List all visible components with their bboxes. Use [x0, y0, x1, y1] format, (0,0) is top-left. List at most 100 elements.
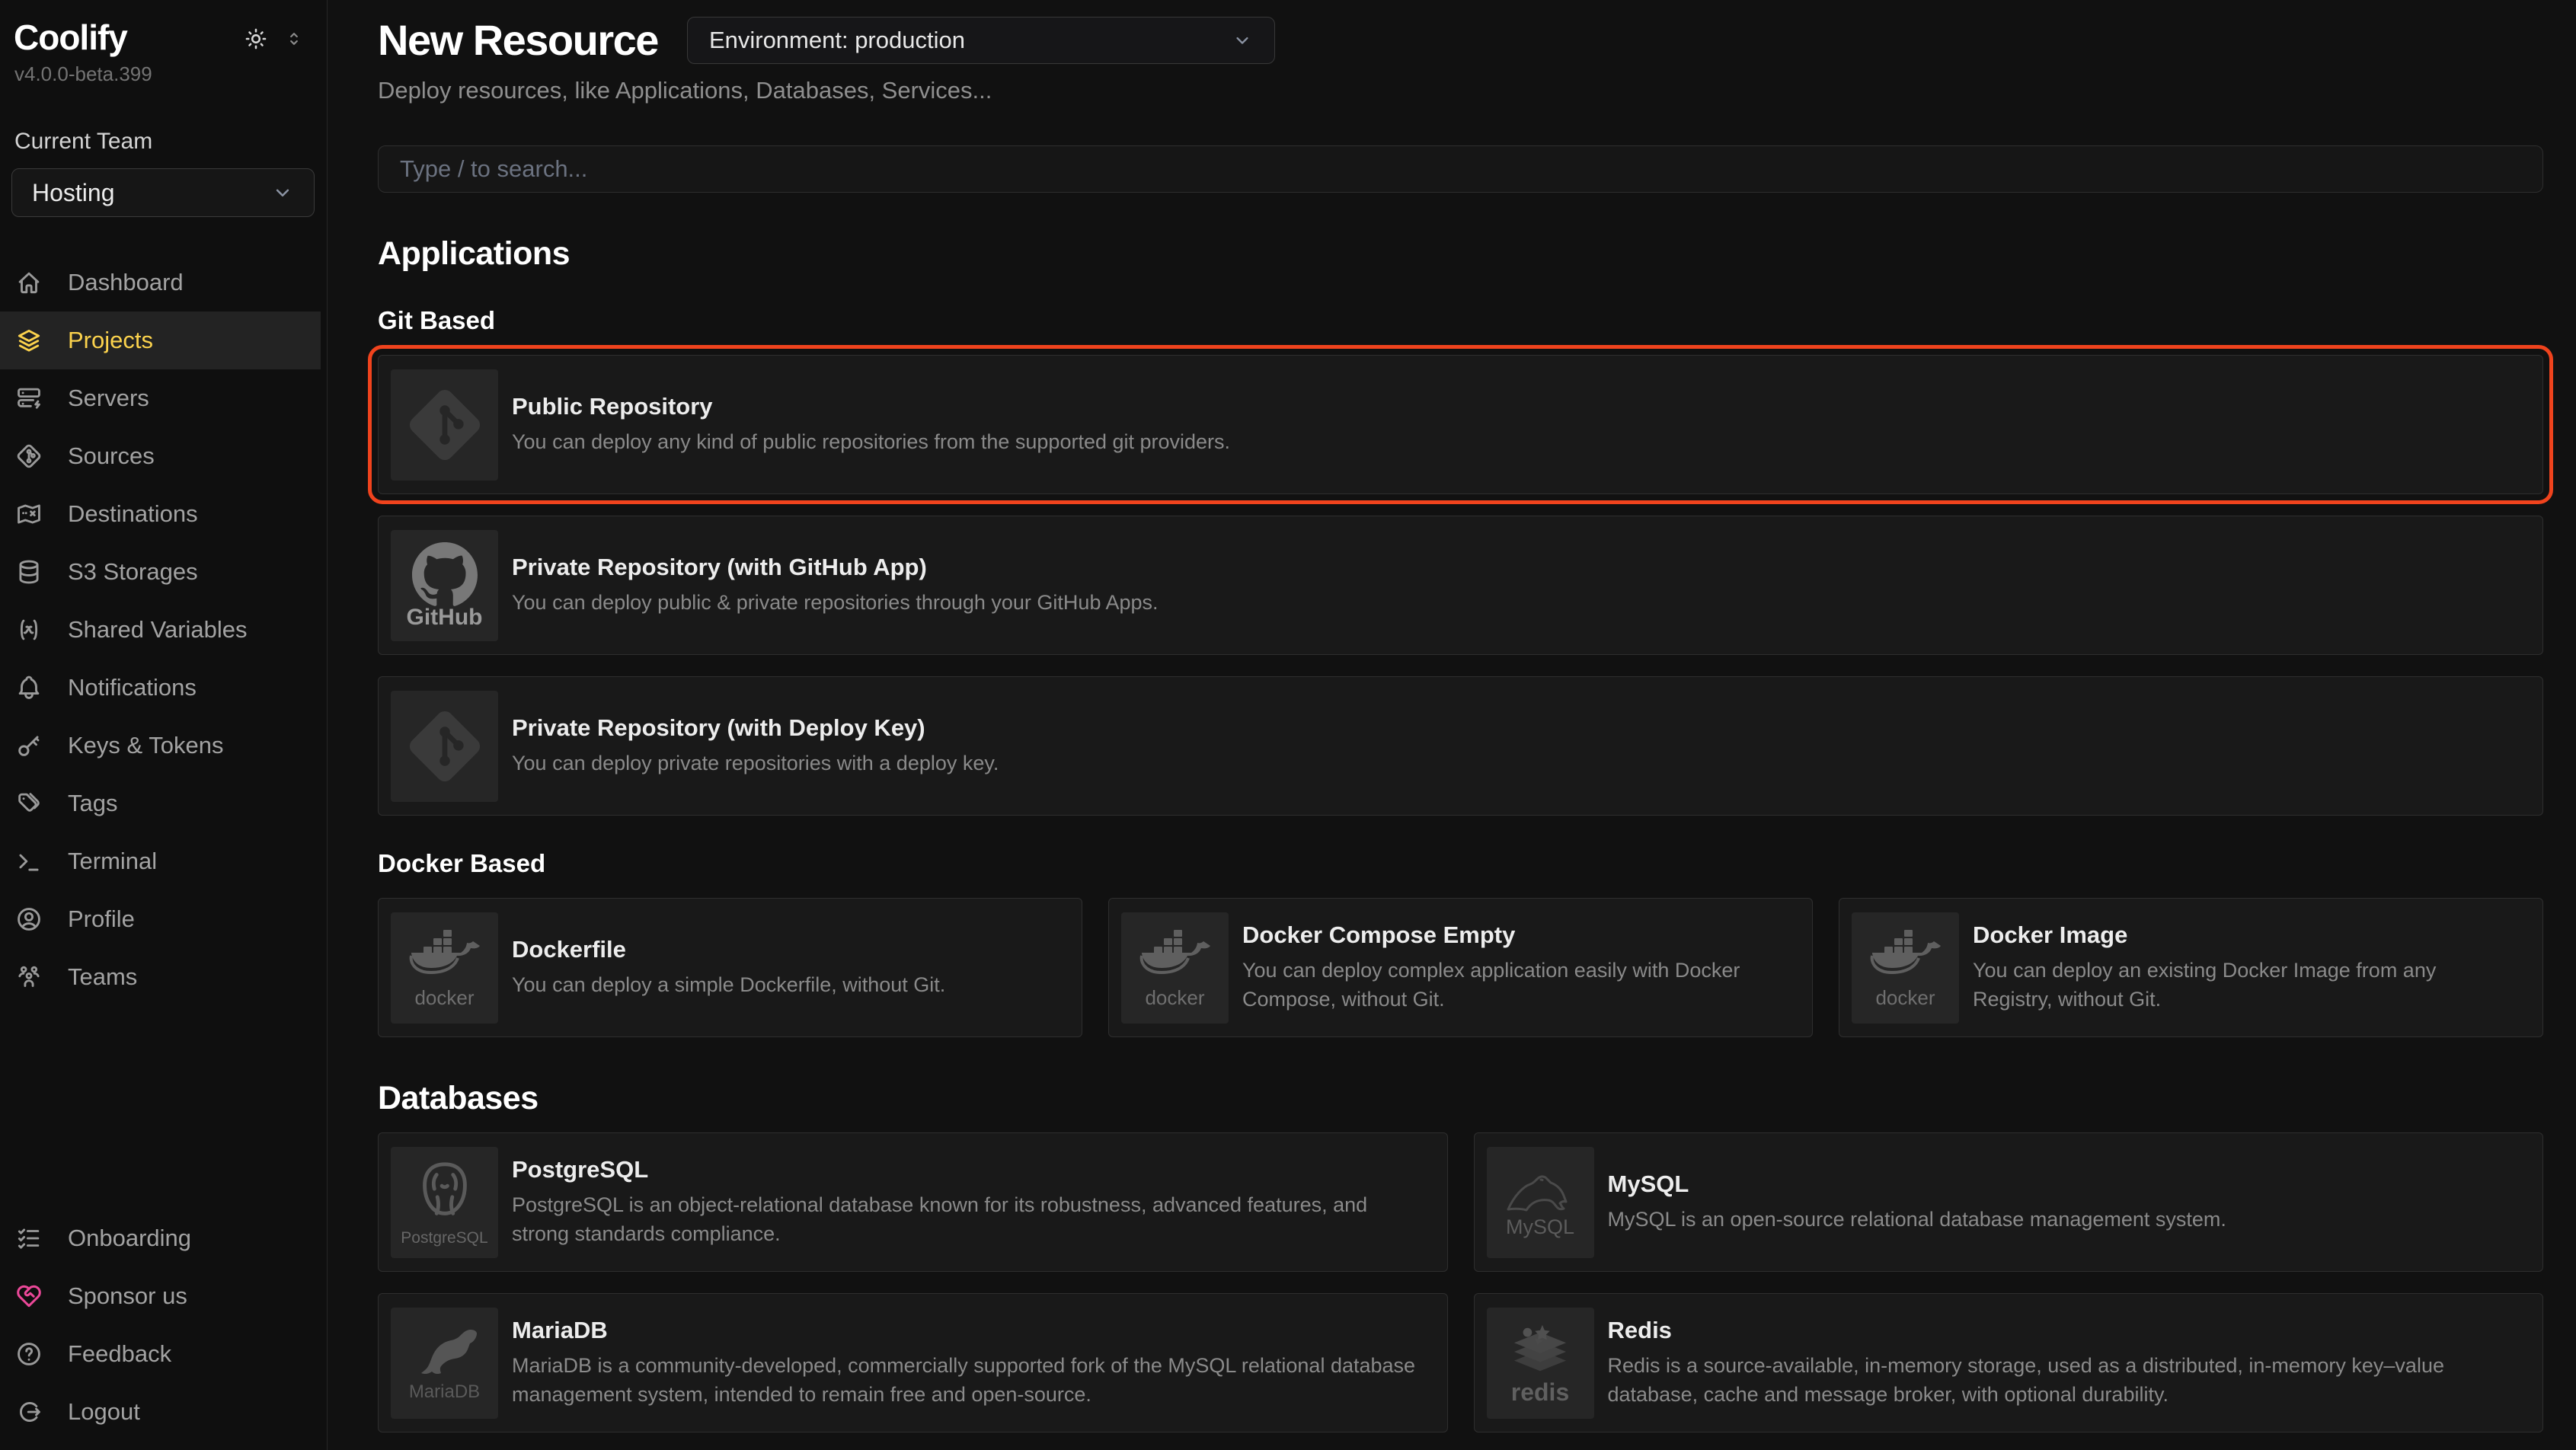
- sidebar-item-profile[interactable]: Profile: [0, 890, 327, 948]
- card-title: MariaDB: [512, 1317, 1423, 1344]
- sidebar-item-terminal[interactable]: Terminal: [0, 832, 327, 890]
- card-description: You can deploy public & private reposito…: [512, 588, 1159, 617]
- github-logo: GitHub: [391, 530, 498, 641]
- card-redis[interactable]: redis Redis Redis is a source-available,…: [1474, 1293, 2544, 1432]
- home-icon: [14, 268, 43, 297]
- sidebar-item-projects[interactable]: Projects: [0, 311, 321, 369]
- sidebar-item-tags[interactable]: Tags: [0, 775, 327, 832]
- sidebar-nav: Dashboard Projects Servers Sources Desti…: [0, 254, 327, 1006]
- chevron-down-icon: [1232, 30, 1253, 51]
- card-dockerfile[interactable]: docker Dockerfile You can deploy a simpl…: [378, 898, 1082, 1037]
- user-circle-icon: [14, 905, 43, 934]
- card-title: Docker Compose Empty: [1242, 921, 1788, 949]
- sidebar-item-label: Servers: [68, 385, 149, 412]
- sidebar-item-sources[interactable]: Sources: [0, 427, 327, 485]
- sidebar-item-feedback[interactable]: Feedback: [0, 1325, 327, 1383]
- variable-icon: [14, 615, 43, 644]
- sidebar-item-label: Onboarding: [68, 1225, 191, 1252]
- layers-icon: [14, 326, 43, 355]
- unfold-chevrons-icon[interactable]: [284, 29, 304, 49]
- mysql-logo-label: MySQL: [1506, 1217, 1574, 1238]
- app-logo[interactable]: Coolify: [14, 17, 127, 58]
- subsection-title-docker-based: Docker Based: [378, 849, 2543, 878]
- database-icon: [14, 557, 43, 586]
- sidebar-item-label: Keys & Tokens: [68, 732, 223, 759]
- card-text: Docker Image You can deploy an existing …: [1973, 921, 2526, 1014]
- card-title: Private Repository (with GitHub App): [512, 554, 1159, 581]
- main-content: New Resource Environment: production Dep…: [328, 0, 2576, 1450]
- docker-logo: docker: [391, 912, 498, 1024]
- sidebar-item-label: Terminal: [68, 848, 157, 875]
- database-cards: PostgreSQL PostgreSQL PostgreSQL is an o…: [378, 1132, 2543, 1432]
- redis-logo: redis: [1487, 1308, 1594, 1419]
- sidebar-item-shared-variables[interactable]: Shared Variables: [0, 601, 327, 659]
- card-text: Dockerfile You can deploy a simple Docke…: [512, 936, 953, 999]
- section-title-databases: Databases: [378, 1080, 2543, 1117]
- card-title: PostgreSQL: [512, 1156, 1423, 1183]
- sidebar-item-onboarding[interactable]: Onboarding: [0, 1209, 327, 1267]
- docker-based-cards: docker Dockerfile You can deploy a simpl…: [378, 898, 2543, 1037]
- heart-handshake-icon: [14, 1282, 43, 1311]
- users-group-icon: [14, 963, 43, 992]
- card-text: Private Repository (with GitHub App) You…: [512, 554, 1166, 617]
- git-logo: [391, 369, 498, 481]
- card-postgresql[interactable]: PostgreSQL PostgreSQL PostgreSQL is an o…: [378, 1132, 1448, 1272]
- card-private-repository-github-app[interactable]: GitHub Private Repository (with GitHub A…: [378, 516, 2543, 655]
- mariadb-logo-label: MariaDB: [409, 1383, 480, 1401]
- card-docker-compose-empty[interactable]: docker Docker Compose Empty You can depl…: [1108, 898, 1813, 1037]
- mariadb-logo: MariaDB: [391, 1308, 498, 1419]
- sidebar-item-label: Shared Variables: [68, 616, 248, 644]
- card-text: MariaDB MariaDB is a community-developed…: [512, 1317, 1430, 1410]
- card-description: You can deploy private repositories with…: [512, 749, 999, 778]
- card-title: Redis: [1608, 1317, 2519, 1344]
- map-icon: [14, 500, 43, 529]
- app-version: v4.0.0-beta.399: [0, 62, 327, 86]
- subsection-title-git-based: Git Based: [378, 306, 2543, 335]
- chevron-down-icon: [271, 181, 294, 204]
- environment-select[interactable]: Environment: production: [687, 17, 1275, 64]
- sidebar-item-label: Logout: [68, 1398, 140, 1426]
- sidebar-item-logout[interactable]: Logout: [0, 1383, 327, 1441]
- card-mysql[interactable]: MySQL MySQL MySQL is an open-source rela…: [1474, 1132, 2544, 1272]
- team-select[interactable]: Hosting: [11, 168, 315, 217]
- card-description: PostgreSQL is an object-relational datab…: [512, 1190, 1423, 1249]
- logout-icon: [14, 1397, 43, 1426]
- sidebar-item-dashboard[interactable]: Dashboard: [0, 254, 327, 311]
- sidebar-item-label: Destinations: [68, 500, 198, 528]
- sidebar-item-label: Teams: [68, 963, 137, 991]
- theme-toggle-sun-icon[interactable]: [243, 26, 269, 52]
- card-description: Redis is a source-available, in-memory s…: [1608, 1351, 2519, 1410]
- sidebar-item-label: Tags: [68, 790, 117, 817]
- sidebar-item-label: Sponsor us: [68, 1282, 187, 1310]
- sidebar-item-s3-storages[interactable]: S3 Storages: [0, 543, 327, 601]
- sidebar-item-label: Profile: [68, 905, 135, 933]
- card-docker-image[interactable]: docker Docker Image You can deploy an ex…: [1839, 898, 2543, 1037]
- sidebar-item-label: Sources: [68, 442, 155, 470]
- card-description: MySQL is an open-source relational datab…: [1608, 1205, 2226, 1234]
- card-text: Redis Redis is a source-available, in-me…: [1608, 1317, 2526, 1410]
- search-input[interactable]: [378, 145, 2543, 193]
- section-title-applications: Applications: [378, 235, 2543, 273]
- sidebar-item-sponsor-us[interactable]: Sponsor us: [0, 1267, 327, 1325]
- checklist-icon: [14, 1224, 43, 1253]
- team-select-value: Hosting: [32, 179, 115, 207]
- sidebar-item-destinations[interactable]: Destinations: [0, 485, 327, 543]
- card-mariadb[interactable]: MariaDB MariaDB MariaDB is a community-d…: [378, 1293, 1448, 1432]
- github-logo-label: GitHub: [407, 606, 483, 629]
- sidebar-item-teams[interactable]: Teams: [0, 948, 327, 1006]
- sidebar-item-servers[interactable]: Servers: [0, 369, 327, 427]
- card-description: You can deploy an existing Docker Image …: [1973, 956, 2518, 1014]
- environment-select-value: Environment: production: [709, 27, 965, 54]
- docker-logo-label: docker: [1145, 988, 1204, 1008]
- sidebar-item-keys-tokens[interactable]: Keys & Tokens: [0, 717, 327, 775]
- card-title: Public Repository: [512, 393, 1230, 420]
- key-icon: [14, 731, 43, 760]
- sidebar-item-notifications[interactable]: Notifications: [0, 659, 327, 717]
- page-header: New Resource Environment: production: [378, 15, 2543, 65]
- server-bolt-icon: [14, 384, 43, 413]
- redis-logo-label: redis: [1511, 1380, 1569, 1404]
- card-private-repository-deploy-key[interactable]: Private Repository (with Deploy Key) You…: [378, 676, 2543, 816]
- sidebar-item-label: Notifications: [68, 674, 197, 701]
- docker-logo: docker: [1121, 912, 1229, 1024]
- card-public-repository[interactable]: Public Repository You can deploy any kin…: [378, 355, 2543, 494]
